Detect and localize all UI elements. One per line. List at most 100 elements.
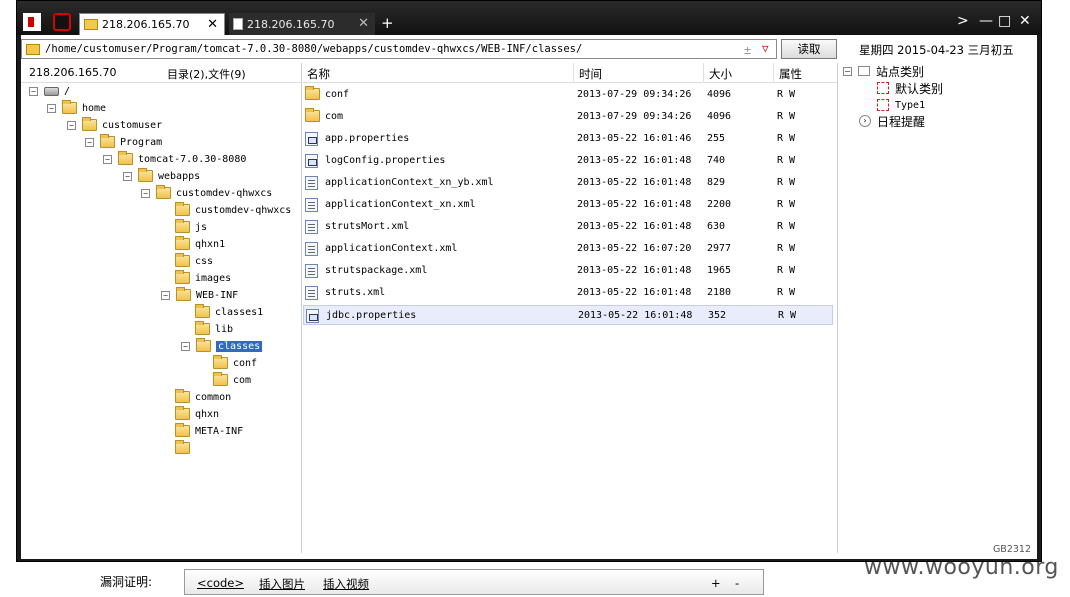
insert-image-button[interactable]: 插入图片 xyxy=(259,576,305,592)
folder-icon xyxy=(175,270,190,284)
collapse-icon[interactable]: − xyxy=(67,120,76,130)
splitter[interactable] xyxy=(837,63,838,553)
column-attr[interactable]: 属性 xyxy=(779,66,802,82)
encoding-indicator[interactable]: GB2312 xyxy=(993,544,1031,555)
file-row[interactable]: strutspackage.xml 2013-05-22 16:01:48 1965… xyxy=(303,261,833,281)
collapse-icon[interactable]: − xyxy=(47,103,56,113)
tree-node[interactable]: − customdev-qhwxcs xyxy=(141,185,272,201)
file-row[interactable]: conf 2013-07-29 09:34:26 4096 R W xyxy=(303,85,833,105)
tree-node-label: common xyxy=(195,391,232,403)
xml-file-icon xyxy=(305,286,318,300)
schedule-reminder-item[interactable]: › 日程提醒 xyxy=(859,113,925,129)
tree-node[interactable]: − WEB-INF xyxy=(161,287,238,303)
folder-icon xyxy=(138,168,153,182)
file-row[interactable]: applicationContext_xn.xml 2013-05-22 16:0… xyxy=(303,195,833,215)
file-row[interactable]: jdbc.properties 2013-05-22 16:01:48 352 R W xyxy=(303,305,833,325)
collapse-icon[interactable]: − xyxy=(181,341,190,351)
tree-node[interactable]: customdev-qhwxcs xyxy=(175,202,291,218)
category-item[interactable]: 默认类别 xyxy=(877,80,943,96)
collapse-icon[interactable]: − xyxy=(123,171,132,181)
tree-node[interactable]: − classes xyxy=(181,338,263,354)
file-attr: R W xyxy=(777,243,796,254)
tree-node[interactable]: common xyxy=(175,389,231,405)
properties-file-icon xyxy=(306,309,319,323)
collapse-icon[interactable]: − xyxy=(843,66,852,76)
category-item[interactable]: Type1 xyxy=(877,97,925,113)
collapse-icon[interactable]: − xyxy=(161,290,170,300)
file-row[interactable]: logConfig.properties 2013-05-22 16:01:48 7… xyxy=(303,151,833,171)
chevron-down-icon[interactable]: ▽ xyxy=(762,42,769,55)
folder-icon xyxy=(175,423,190,437)
close-icon[interactable]: ✕ xyxy=(1019,14,1031,28)
tree-node[interactable]: js xyxy=(175,219,207,235)
maximize-icon[interactable]: □ xyxy=(998,14,1011,28)
tree-node[interactable]: − tomcat-7.0.30-8080 xyxy=(103,151,246,167)
collapse-icon[interactable]: − xyxy=(141,188,150,198)
chevron-right-icon[interactable]: > xyxy=(957,14,969,28)
tree-node[interactable] xyxy=(175,440,195,456)
screenshot-page: 218.206.165.70 ✕ 218.206.165.70 ✕ + > — … xyxy=(0,0,1070,597)
read-button[interactable]: 读取 xyxy=(781,39,837,59)
site-category-root[interactable]: − 站点类别 xyxy=(843,63,924,79)
path-input[interactable]: /home/customuser/Program/tomcat-7.0.30-8… xyxy=(21,39,777,59)
file-name: strutsMort.xml xyxy=(325,221,410,232)
xml-file-icon xyxy=(305,198,318,212)
tab-close-icon[interactable]: ✕ xyxy=(207,17,218,32)
tree-node[interactable]: css xyxy=(175,253,213,269)
tree-node[interactable]: qhxn xyxy=(175,406,219,422)
plus-button[interactable]: + xyxy=(711,576,721,590)
collapse-icon[interactable]: − xyxy=(103,154,112,164)
tree-node[interactable]: lib xyxy=(195,321,233,337)
folder-icon xyxy=(100,134,115,148)
file-time: 2013-05-22 16:01:48 xyxy=(577,199,692,210)
file-time: 2013-05-22 16:01:48 xyxy=(577,155,692,166)
file-time: 2013-05-22 16:01:46 xyxy=(577,133,692,144)
tree-node[interactable]: conf xyxy=(213,355,257,371)
tree-node[interactable]: − / xyxy=(29,83,70,99)
tab-inactive[interactable]: 218.206.165.70 ✕ xyxy=(229,13,375,35)
tree-node[interactable]: META-INF xyxy=(175,423,243,439)
tree-node[interactable]: classes1 xyxy=(195,304,263,320)
file-row[interactable]: app.properties 2013-05-22 16:01:46 255 R W xyxy=(303,129,833,149)
file-attr: R W xyxy=(777,287,796,298)
file-row[interactable]: applicationContext.xml 2013-05-22 16:07:2… xyxy=(303,239,833,259)
tree-node[interactable]: − webapps xyxy=(123,168,200,184)
app-icon[interactable] xyxy=(23,13,41,31)
collapse-icon[interactable]: − xyxy=(85,137,94,147)
minimize-icon[interactable]: — xyxy=(979,14,993,28)
tree-node[interactable]: com xyxy=(213,372,251,388)
plus-minus-icon[interactable]: ± xyxy=(744,43,751,57)
collapse-icon[interactable]: − xyxy=(29,86,38,96)
tree-node[interactable]: − home xyxy=(47,100,106,116)
column-size[interactable]: 大小 xyxy=(709,66,732,82)
folder-icon xyxy=(62,100,77,114)
tree-node[interactable]: qhxn1 xyxy=(175,236,225,252)
tree-node[interactable]: images xyxy=(175,270,231,286)
splitter[interactable] xyxy=(301,63,302,553)
column-divider[interactable] xyxy=(573,63,574,83)
file-row[interactable]: struts.xml 2013-05-22 16:01:48 2180 R W xyxy=(303,283,833,303)
column-divider[interactable] xyxy=(703,63,704,83)
tab-active[interactable]: 218.206.165.70 ✕ xyxy=(79,13,225,35)
tree-node-label: WEB-INF xyxy=(196,289,239,301)
tree-node[interactable]: − customuser xyxy=(67,117,162,133)
file-attr: R W xyxy=(777,155,796,166)
file-row[interactable]: com 2013-07-29 09:34:26 4096 R W xyxy=(303,107,833,127)
file-row[interactable]: strutsMort.xml 2013-05-22 16:01:48 630 R W xyxy=(303,217,833,237)
column-divider[interactable] xyxy=(773,63,774,83)
new-tab-icon[interactable]: + xyxy=(381,15,394,31)
column-name[interactable]: 名称 xyxy=(307,66,330,82)
file-time: 2013-07-29 09:34:26 xyxy=(577,89,692,100)
column-time[interactable]: 时间 xyxy=(579,66,602,82)
file-row[interactable]: applicationContext_xn_yb.xml 2013-05-22 1… xyxy=(303,173,833,193)
logo-icon[interactable] xyxy=(53,13,71,31)
vuln-proof-label: 漏洞证明: xyxy=(100,575,153,589)
insert-video-button[interactable]: 插入视频 xyxy=(323,576,369,592)
file-name: applicationContext_xn_yb.xml xyxy=(325,177,494,188)
address-bar: /home/customuser/Program/tomcat-7.0.30-8… xyxy=(21,39,837,59)
code-button[interactable]: <code> xyxy=(197,576,244,590)
minus-button[interactable]: - xyxy=(735,576,739,590)
tree-node[interactable]: − Program xyxy=(85,134,162,150)
tab-close-icon[interactable]: ✕ xyxy=(358,16,369,31)
folder-icon xyxy=(26,43,40,55)
